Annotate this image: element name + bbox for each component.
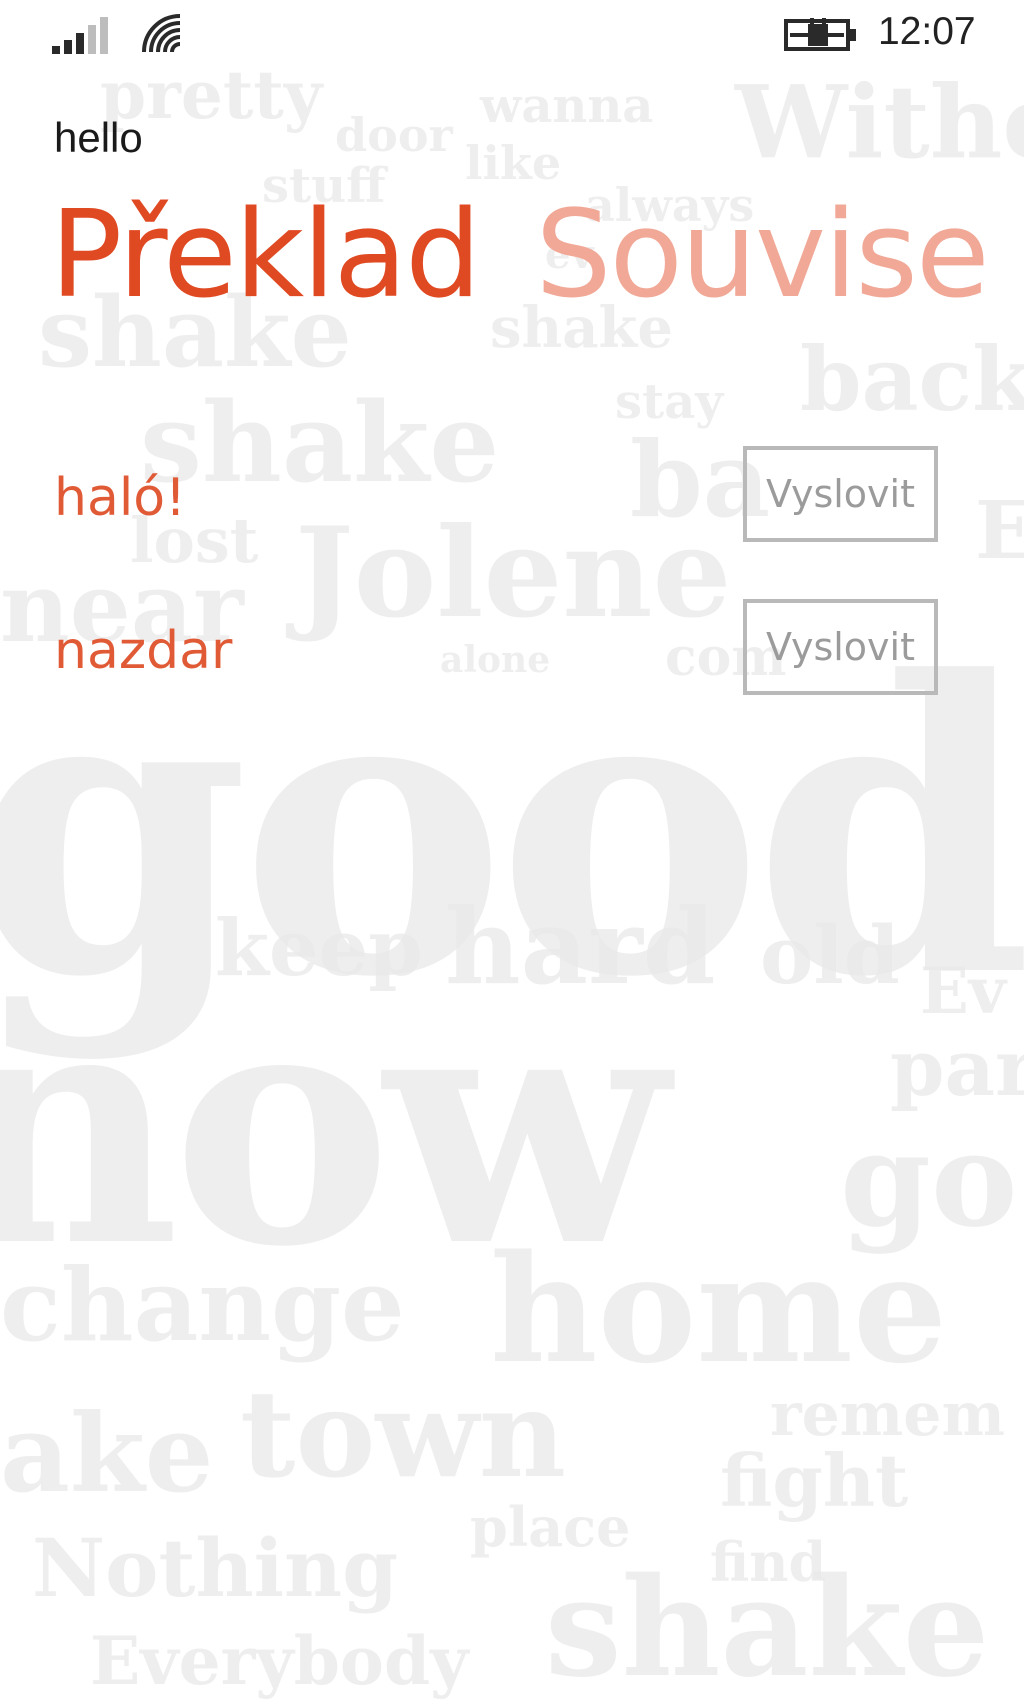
background-word: now	[0, 931, 668, 1319]
signal-strength-icon	[52, 17, 108, 54]
phone-screen: pretty wanna Withe door like stuff alway…	[0, 0, 1024, 1707]
background-word: keep	[215, 903, 423, 994]
pivot-tab-related[interactable]: Souvise	[535, 190, 989, 322]
background-word: back	[800, 327, 1024, 431]
background-word: go	[840, 1103, 1018, 1256]
status-time: 12:07	[878, 10, 976, 53]
translation-word[interactable]: nazdar	[54, 621, 232, 681]
background-word: door	[335, 108, 453, 162]
background-word: Everybody	[90, 1622, 469, 1700]
translation-word[interactable]: haló!	[54, 468, 186, 528]
background-word: Nothing	[32, 1521, 399, 1615]
background-word: fight	[720, 1438, 909, 1523]
background-word: shake	[545, 1548, 990, 1707]
background-word: home	[490, 1222, 948, 1396]
background-word: find	[710, 1530, 827, 1594]
app-title: hello	[54, 114, 143, 161]
background-word: old	[760, 908, 900, 1002]
background-word: ake	[0, 1391, 214, 1517]
background-word: wanna	[480, 78, 654, 134]
translation-row: haló! Vyslovit	[0, 446, 1024, 550]
pivot-tab-translation[interactable]: Překlad	[50, 190, 481, 322]
background-word: hard	[445, 885, 716, 1008]
background-word: Ev	[920, 954, 1006, 1029]
background-word: change	[0, 1246, 405, 1364]
speak-button[interactable]: Vyslovit	[743, 599, 938, 695]
background-word: par	[890, 1023, 1024, 1114]
background-word: Withe	[735, 63, 1024, 181]
wifi-icon	[142, 14, 181, 53]
pivot-header-bar: Překlad Souvise	[50, 190, 1024, 322]
background-word: town	[240, 1364, 567, 1505]
background-word: place	[470, 1495, 631, 1559]
speak-button[interactable]: Vyslovit	[743, 446, 938, 542]
background-word: stay	[615, 374, 724, 430]
status-bar: 12:07	[0, 0, 1024, 66]
background-word: like	[465, 136, 562, 190]
translation-row: nazdar Vyslovit	[0, 599, 1024, 703]
background-word: remem	[770, 1380, 1005, 1450]
battery-charging-icon	[784, 18, 856, 51]
